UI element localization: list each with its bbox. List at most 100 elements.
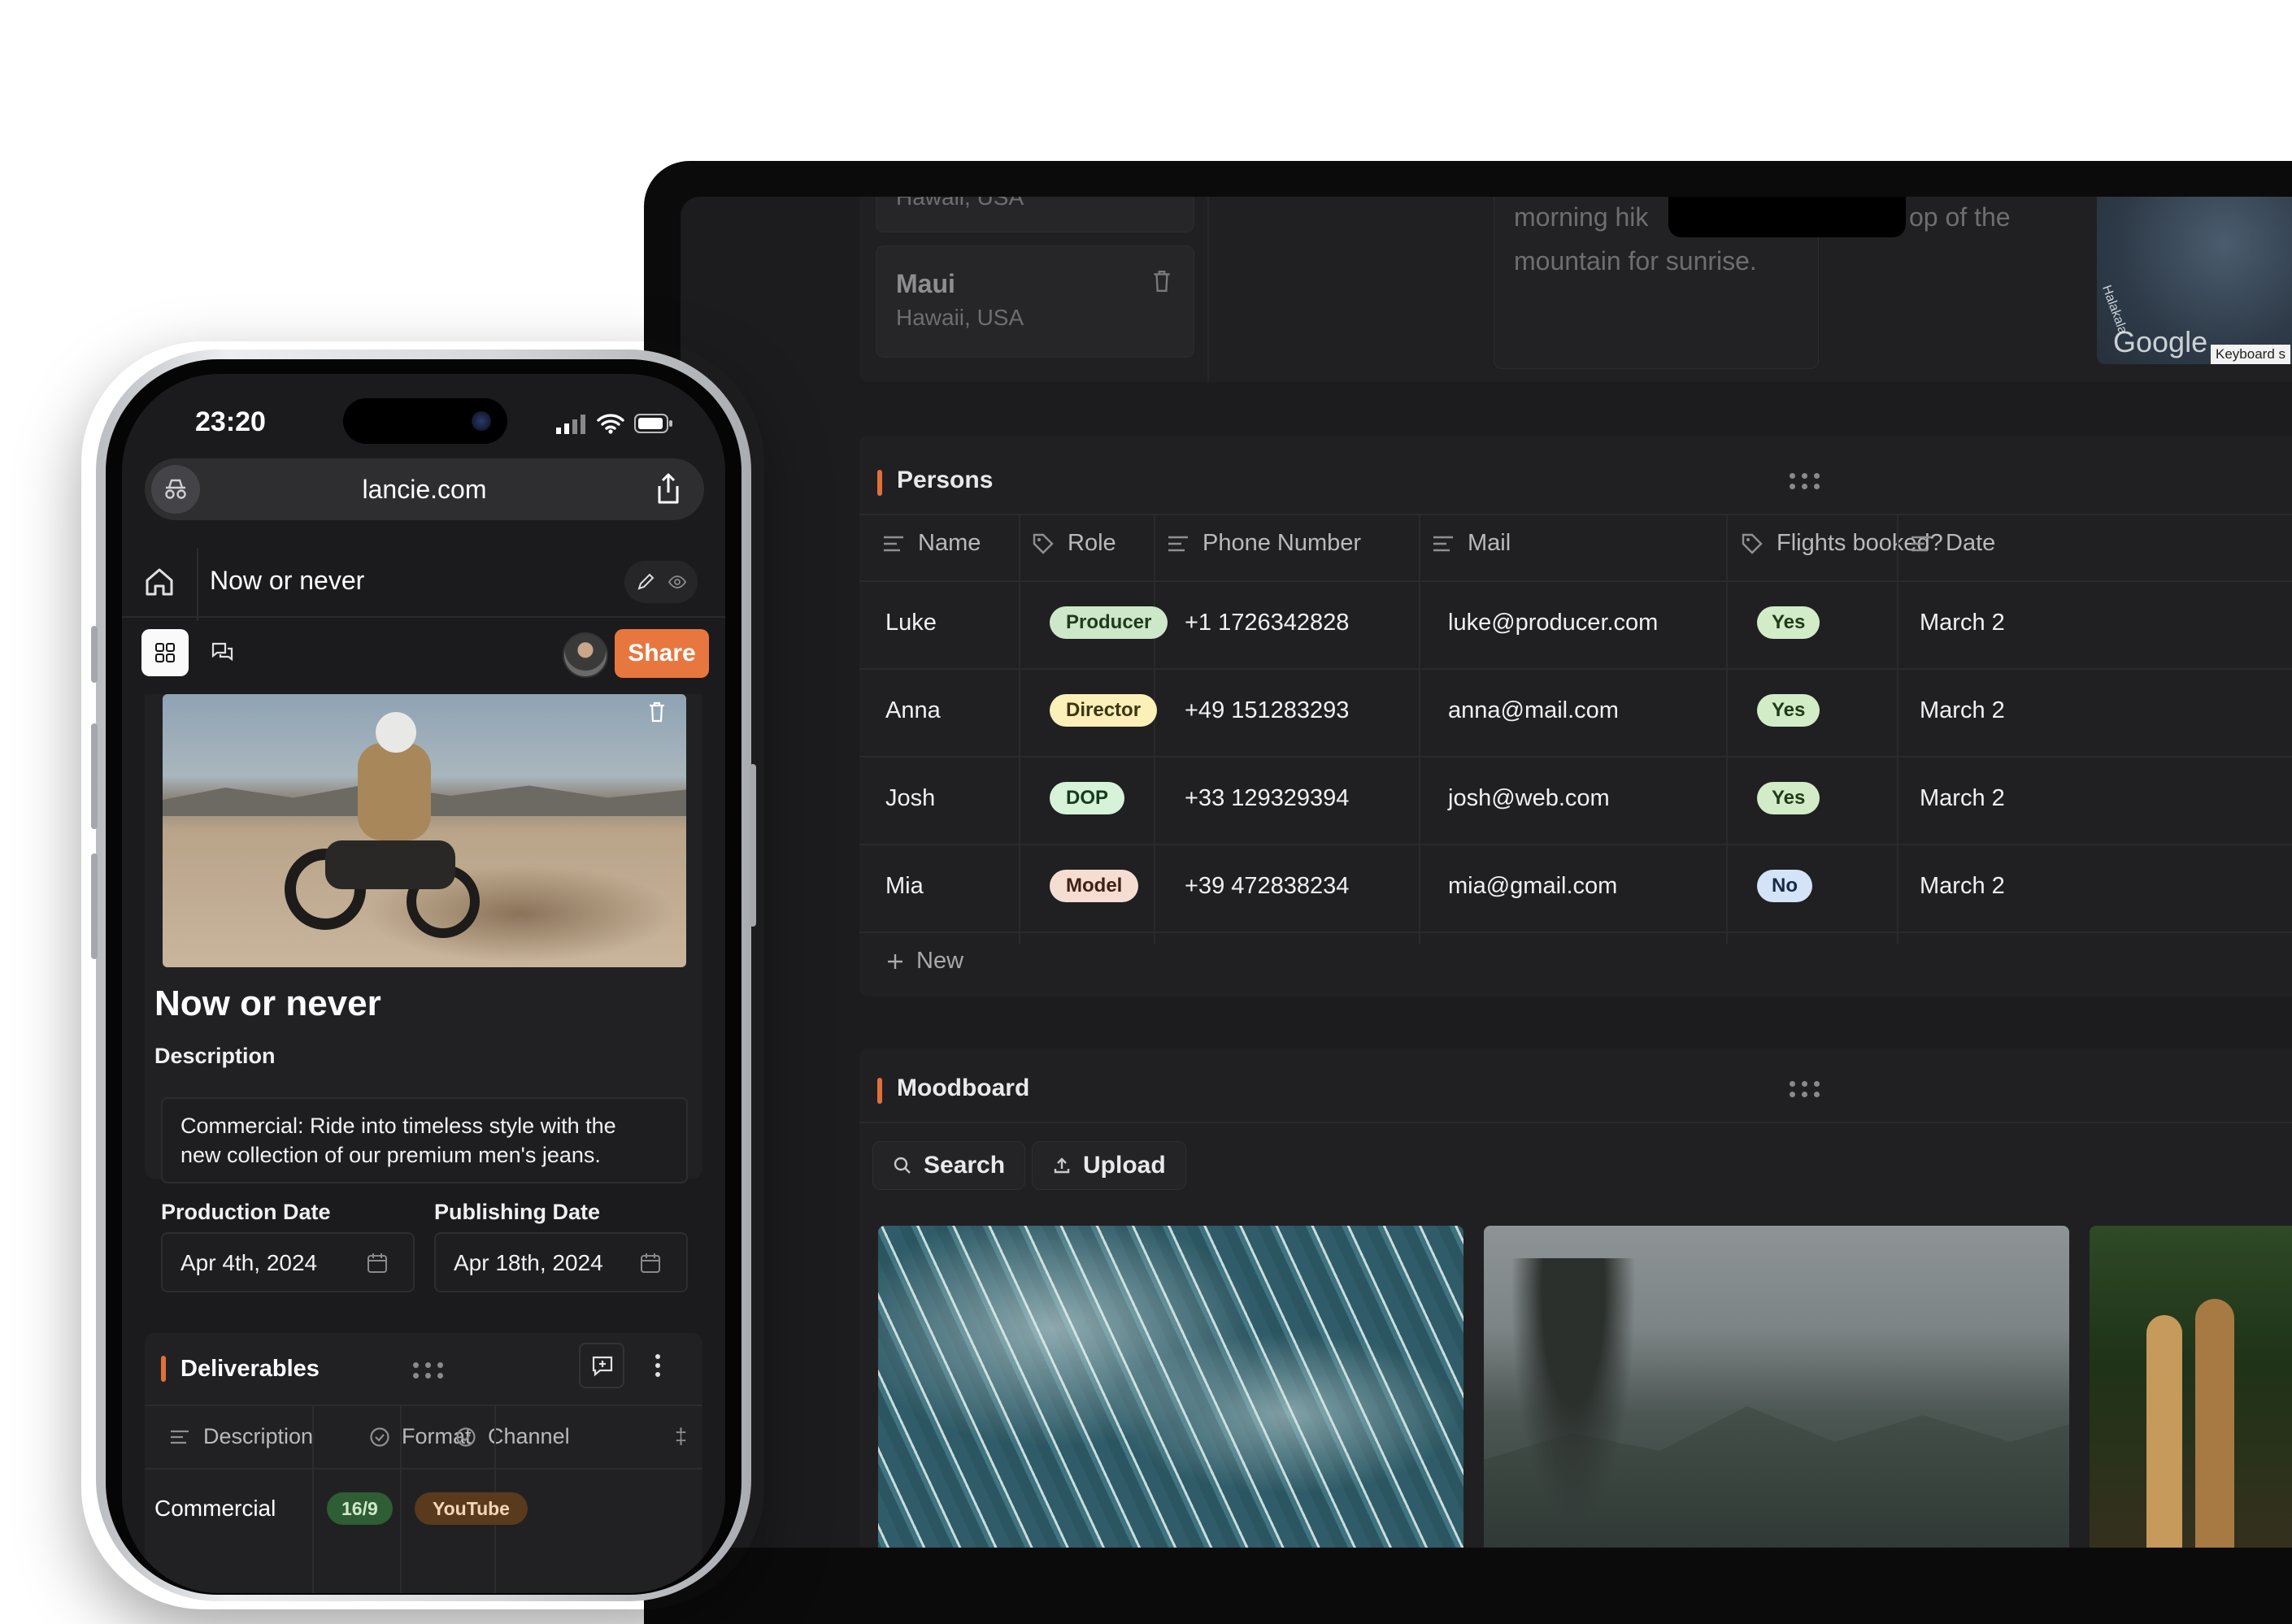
cell-date: March 2 <box>1920 697 2005 723</box>
column-header-phone[interactable]: Phone Number <box>1167 530 1361 557</box>
search-icon <box>894 1157 911 1174</box>
plus-icon <box>888 953 902 969</box>
column-separator <box>1726 514 1728 944</box>
column-header-label: Mail <box>1468 530 1511 556</box>
cell-name: Anna <box>885 697 941 723</box>
cell-mail[interactable]: josh@web.com <box>1448 785 1610 812</box>
deliverable-description: Commercial <box>154 1496 276 1521</box>
cell-date: March 2 <box>1920 873 2005 899</box>
channel-badge[interactable]: YouTube <box>415 1492 528 1525</box>
palm-tree-silhouette <box>1500 1258 1646 1548</box>
drag-handle-icon[interactable] <box>1790 473 1822 491</box>
production-date-input[interactable]: Apr 4th, 2024 <box>161 1232 415 1292</box>
column-header-date[interactable]: Date <box>1910 530 1995 557</box>
persons-panel: Persons Name Role Phone Number Mail Flig… <box>859 436 2292 997</box>
moodboard-divider <box>859 1122 2292 1123</box>
share-button[interactable]: Share <box>615 629 709 678</box>
project-cover-image[interactable] <box>163 694 686 967</box>
location-card-maui[interactable]: Maui Hawaii, USA <box>876 245 1194 358</box>
avatar[interactable] <box>563 632 608 678</box>
edit-view-toggle[interactable] <box>624 561 698 603</box>
phone-volume-up <box>91 723 98 829</box>
column-header-mail[interactable]: Mail <box>1432 530 1511 557</box>
column-header-name[interactable]: Name <box>882 530 981 557</box>
search-label: Search <box>924 1152 1006 1179</box>
note-line-2: mountain for sunrise. <box>1514 246 1757 276</box>
column-separator <box>1419 514 1420 944</box>
description-line-2: new collection of our premium men's jean… <box>180 1143 601 1167</box>
calendar-icon[interactable] <box>639 1252 662 1274</box>
trash-icon[interactable] <box>1151 269 1172 293</box>
rider-helmet <box>376 712 416 753</box>
drag-handle-icon[interactable] <box>1790 1081 1822 1099</box>
column-separator <box>1019 514 1020 944</box>
flights-badge[interactable]: Yes <box>1757 606 1820 639</box>
cell-mail[interactable]: luke@producer.com <box>1448 610 1658 636</box>
upload-icon <box>1054 1157 1070 1174</box>
column-header-label: Description <box>203 1424 314 1448</box>
new-row-button[interactable]: New <box>885 948 963 975</box>
pencil-icon[interactable] <box>636 572 655 592</box>
share-icon[interactable] <box>654 471 683 506</box>
role-badge[interactable]: Model <box>1050 870 1139 902</box>
cell-name: Luke <box>885 610 937 636</box>
location-name: Maui <box>896 269 955 298</box>
cell-mail[interactable]: anna@mail.com <box>1448 697 1619 724</box>
tag-icon <box>1742 533 1763 554</box>
motorcycle-body <box>325 840 455 889</box>
role-badge[interactable]: Director <box>1050 694 1158 727</box>
phone-screen: 23:20 lancie.com Now or never Share Now … <box>122 374 725 1593</box>
column-header-role[interactable]: Role <box>1032 530 1116 557</box>
moodboard-upload-button[interactable]: Upload <box>1032 1141 1186 1190</box>
publishing-date-input[interactable]: Apr 18th, 2024 <box>434 1232 688 1292</box>
format-badge[interactable]: 16/9 <box>327 1492 393 1525</box>
text-lines-icon <box>1168 536 1188 551</box>
chat-bubbles-icon <box>211 642 233 662</box>
browser-url[interactable]: lancie.com <box>145 475 704 505</box>
column-header-channel[interactable]: Channel <box>455 1424 570 1449</box>
grid-view-button[interactable] <box>141 629 189 676</box>
map-thumbnail[interactable]: Halakala Google Keyboard s <box>2097 197 2292 364</box>
wifi-icon <box>597 414 624 434</box>
row-border <box>859 756 2292 758</box>
moodboard-image-ocean[interactable] <box>878 1226 1463 1548</box>
description-line-1: Commercial: Ride into timeless style wit… <box>180 1114 616 1138</box>
google-logo: Google <box>2113 325 2208 358</box>
column-header-label: Role <box>1068 530 1116 556</box>
check-circle-icon <box>456 1426 476 1447</box>
moodboard-search-button[interactable]: Search <box>872 1141 1026 1190</box>
comments-view-button[interactable] <box>198 629 246 676</box>
keyboard-shortcuts-link[interactable]: Keyboard s <box>2211 345 2290 364</box>
cell-phone: +1 1726342828 <box>1185 610 1350 636</box>
new-row-label: New <box>916 948 964 974</box>
cell-date: March 2 <box>1920 785 2005 811</box>
calendar-icon[interactable] <box>366 1252 389 1274</box>
check-circle-icon <box>370 1426 389 1447</box>
column-header-description[interactable]: Description <box>169 1424 313 1449</box>
persons-accent <box>877 470 882 496</box>
role-badge[interactable]: Producer <box>1050 606 1168 639</box>
add-comment-button[interactable] <box>579 1343 624 1388</box>
moodboard-image-surfboards[interactable] <box>2090 1226 2292 1548</box>
cell-date: March 2 <box>1920 610 2005 636</box>
moodboard-image-mountains[interactable] <box>1484 1226 2069 1548</box>
flights-badge[interactable]: Yes <box>1757 694 1820 727</box>
header-bottom-line <box>122 616 725 618</box>
cell-mail[interactable]: mia@gmail.com <box>1448 873 1617 900</box>
production-date-label: Production Date <box>161 1200 331 1224</box>
header-bottom-border <box>859 580 2292 582</box>
home-icon[interactable] <box>143 566 176 598</box>
browser-address-bar[interactable]: lancie.com <box>145 458 704 520</box>
drag-handle-icon[interactable] <box>413 1362 446 1380</box>
publishing-date-value: Apr 18th, 2024 <box>454 1250 603 1275</box>
more-vertical-icon[interactable] <box>654 1353 662 1379</box>
flights-badge[interactable]: Yes <box>1757 782 1820 814</box>
eye-icon[interactable] <box>668 575 686 589</box>
flights-badge[interactable]: No <box>1757 870 1812 902</box>
location-card-previous[interactable]: Hawaii, USA <box>876 197 1194 232</box>
persons-title: Persons <box>897 467 994 493</box>
trash-icon[interactable] <box>647 701 667 723</box>
role-badge[interactable]: DOP <box>1050 782 1125 814</box>
laptop-screen: Hawaii, USA Maui Hawaii, USA morning hik… <box>681 197 2292 1548</box>
description-field[interactable]: Commercial: Ride into timeless style wit… <box>161 1097 688 1183</box>
